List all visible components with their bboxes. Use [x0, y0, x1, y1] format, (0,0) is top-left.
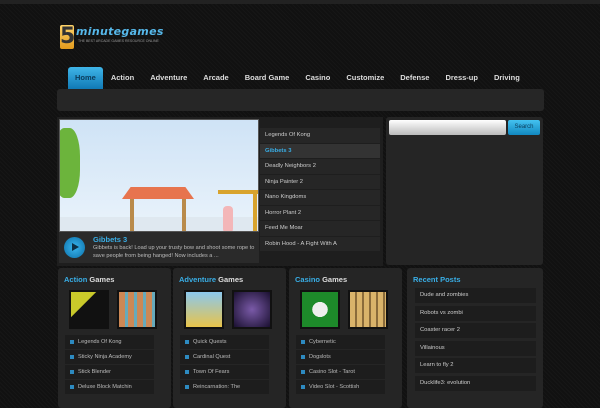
post-graphic — [130, 199, 134, 231]
game-list-item[interactable]: Cybernetic — [296, 335, 385, 349]
recent-post-item[interactable]: Coaster racer 2 — [415, 323, 536, 338]
nav-dress-up[interactable]: Dress-up — [437, 67, 486, 89]
column-title: Adventure Games — [179, 275, 243, 284]
top-strip — [0, 0, 600, 4]
play-icon[interactable] — [64, 237, 85, 258]
game-list-item[interactable]: Quick Quests — [180, 335, 269, 349]
game-list-item[interactable]: Cardinal Quest — [180, 350, 269, 364]
column-title-rest: Games — [320, 275, 348, 284]
post-graphic — [182, 199, 186, 231]
adventure-games-column: Adventure Games Quick Quests Cardinal Qu… — [173, 268, 286, 408]
logo-name: minutegames — [76, 25, 164, 38]
game-thumbnail[interactable] — [300, 290, 340, 329]
column-title: Action Games — [64, 275, 114, 284]
game-list-item[interactable]: Dogslots — [296, 350, 385, 364]
game-list-item[interactable]: Sticky Ninja Academy — [65, 350, 154, 364]
column-title-rest: Games — [216, 275, 244, 284]
game-thumbnail[interactable] — [69, 290, 109, 329]
game-list-item[interactable]: Video Slot - Scottish — [296, 380, 385, 394]
game-list-item[interactable]: Reincarnation: The — [180, 380, 269, 394]
featured-title[interactable]: Gibbets 3 — [93, 235, 127, 244]
nav-customize[interactable]: Customize — [338, 67, 392, 89]
recent-post-item[interactable]: Robots vs zombi — [415, 305, 536, 321]
recent-post-item[interactable]: Learn to fly 2 — [415, 358, 536, 373]
gallows-graphic — [218, 190, 258, 194]
recent-post-item[interactable]: Ducklife3: evolution — [415, 375, 536, 391]
featured-list-item[interactable]: Legends Of Kong — [260, 128, 380, 143]
action-games-column: Action Games Legends Of Kong Sticky Ninj… — [58, 268, 171, 408]
featured-list-item[interactable]: Deadly Neighbors 2 — [260, 159, 380, 174]
featured-list-item[interactable]: Ninja Painter 2 — [260, 174, 380, 189]
featured-list-item[interactable]: Horror Plant 2 — [260, 205, 380, 220]
game-list-item[interactable]: Deluxe Block Matchin — [65, 380, 154, 394]
game-thumbnail[interactable] — [184, 290, 224, 329]
gallows-post-graphic — [253, 190, 257, 231]
featured-caption: Gibbets 3 Gibbets is back! Load up your … — [59, 232, 259, 263]
game-thumbnail[interactable] — [348, 290, 388, 329]
nav-action[interactable]: Action — [103, 67, 142, 89]
featured-list-item[interactable]: Nano Kingdoms — [260, 190, 380, 205]
character-graphic — [223, 206, 233, 231]
nav-driving[interactable]: Driving — [486, 67, 528, 89]
featured-slider: Gibbets 3 Gibbets is back! Load up your … — [57, 117, 383, 266]
nav-adventure[interactable]: Adventure — [142, 67, 195, 89]
casino-games-column: Casino Games Cybernetic Dogslots Casino … — [289, 268, 402, 408]
recent-posts-widget: Recent Posts Dude and zombies Robots vs … — [407, 268, 543, 408]
sidebar-search-box: Search — [386, 117, 543, 265]
column-title-rest: Games — [87, 275, 115, 284]
recent-post-item[interactable]: Dude and zombies — [415, 288, 536, 303]
game-list-item[interactable]: Legends Of Kong — [65, 335, 154, 349]
game-list-item[interactable]: Casino Slot - Tarot — [296, 365, 385, 379]
game-list-item[interactable]: Stick Blender — [65, 365, 154, 379]
game-thumbnail[interactable] — [117, 290, 157, 329]
logo-digit: 5 — [60, 24, 76, 49]
nav-home[interactable]: Home — [68, 67, 103, 89]
tree-graphic — [60, 128, 80, 198]
roof-graphic — [122, 187, 194, 199]
search-input[interactable] — [389, 120, 506, 135]
recent-post-item[interactable]: Villainous — [415, 340, 536, 356]
featured-list: Legends Of Kong Gibbets 3 Deadly Neighbo… — [260, 128, 380, 252]
nav-board-game[interactable]: Board Game — [237, 67, 298, 89]
game-thumbnail[interactable] — [232, 290, 272, 329]
featured-list-item[interactable]: Gibbets 3 — [260, 143, 380, 158]
nav-arcade[interactable]: Arcade — [195, 67, 236, 89]
featured-list-item[interactable]: Robin Hood - A Fight With A — [260, 236, 380, 251]
featured-description: Gibbets is back! Load up your trusty bow… — [93, 245, 255, 259]
recent-posts-title: Recent Posts — [413, 275, 461, 284]
site-logo[interactable]: 5 minutegames THE BEST ARCADE GAMES RESO… — [60, 25, 175, 51]
featured-list-item[interactable]: Feed Me Moar — [260, 221, 380, 236]
nav-defense[interactable]: Defense — [392, 67, 437, 89]
column-title: Casino Games — [295, 275, 347, 284]
main-nav: Home Action Adventure Arcade Board Game … — [68, 67, 528, 89]
game-list-item[interactable]: Town Of Fears — [180, 365, 269, 379]
column-title-highlight[interactable]: Casino — [295, 275, 320, 284]
column-title-highlight[interactable]: Adventure — [179, 275, 216, 284]
logo-tagline: THE BEST ARCADE GAMES RESOURCE ONLINE — [78, 39, 159, 43]
featured-game-image[interactable] — [59, 119, 259, 232]
column-title-highlight[interactable]: Action — [64, 275, 87, 284]
nav-casino[interactable]: Casino — [297, 67, 338, 89]
sub-nav-bar — [57, 89, 544, 111]
search-button[interactable]: Search — [508, 120, 540, 135]
